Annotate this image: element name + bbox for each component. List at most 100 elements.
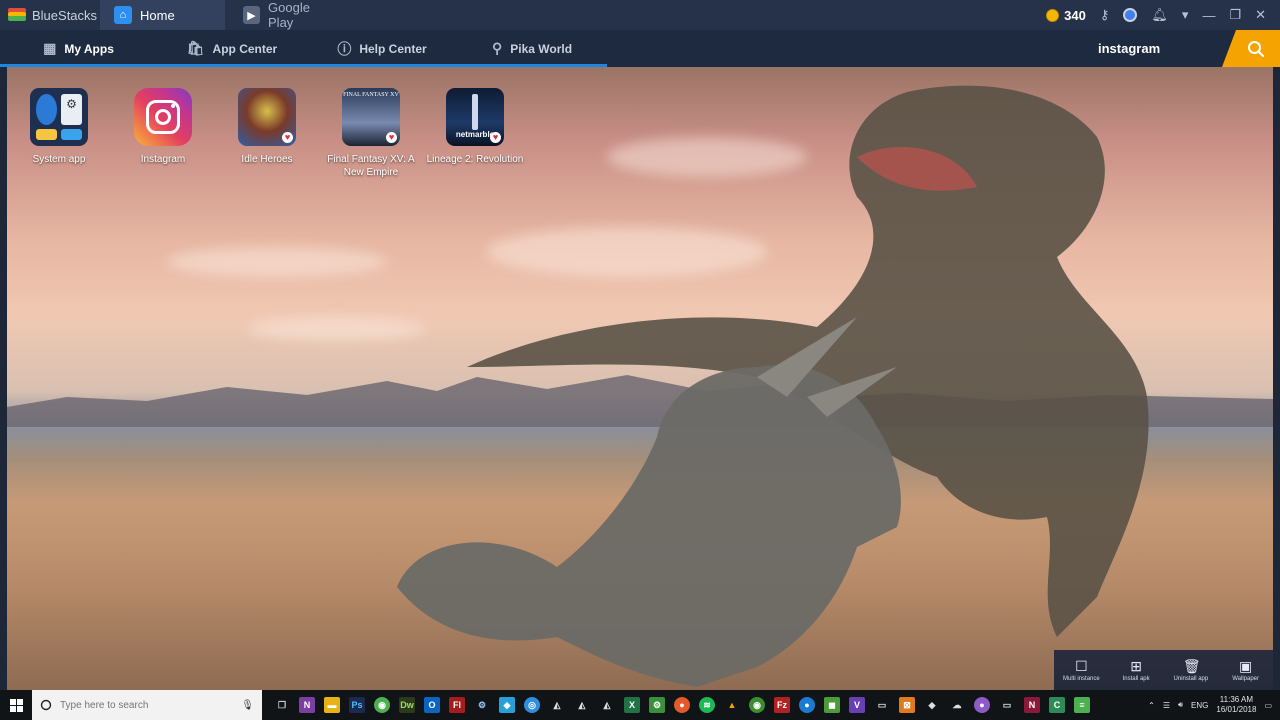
unity-3-icon[interactable]: ◭ — [599, 697, 615, 713]
app-lineage-2[interactable]: netmarble ♥ Lineage 2: Revolution — [425, 88, 525, 166]
onenote-icon[interactable]: N — [299, 697, 315, 713]
windows-taskbar: 🎙︎ ❐ N ▬ Ps ◉ Dw O Fl ⚙ ◆ ◎ ◭ ◭ ◭ X ⚙ ● … — [0, 690, 1280, 720]
app-red-icon[interactable]: N — [1024, 697, 1040, 713]
restore-icon[interactable]: ❐ — [1229, 7, 1241, 23]
app-blue-icon[interactable]: ● — [799, 697, 815, 713]
install-apk-button[interactable]: ⊞ Install apk — [1111, 658, 1161, 682]
bluestacks-taskbar-icon[interactable]: ≡ — [1074, 697, 1090, 713]
search-button[interactable] — [1222, 30, 1280, 67]
unity-icon[interactable]: ◭ — [549, 697, 565, 713]
vlc-icon[interactable]: ▲ — [724, 697, 740, 713]
app-gray-icon[interactable]: ◆ — [924, 697, 940, 713]
minimize-icon[interactable]: — — [1202, 8, 1215, 23]
volume-icon[interactable]: 🔊︎ — [1178, 700, 1183, 710]
file-explorer-icon[interactable]: ▬ — [324, 697, 340, 713]
title-bar: BlueStacks ⌂ Home ▶ Google Play 340 ⚷ 🔔︎… — [0, 0, 1280, 30]
nav-app-center[interactable]: 🛍︎ App Center — [157, 30, 307, 67]
idle-heroes-icon: ♥ — [238, 88, 296, 146]
notification-icon[interactable]: ▭ — [1264, 701, 1272, 710]
wallpaper-button[interactable]: ▣ Wallpaper — [1221, 658, 1271, 682]
store-icon[interactable]: ◆ — [499, 697, 515, 713]
flash-icon[interactable]: Fl — [449, 697, 465, 713]
app-label: Instagram — [140, 154, 186, 165]
taskbar-search-input[interactable] — [60, 699, 234, 711]
nav-my-apps-label: My Apps — [64, 41, 114, 56]
windows-logo-icon — [9, 698, 23, 712]
network-icon[interactable]: ☰ — [1163, 701, 1170, 710]
firefox-icon[interactable]: ● — [674, 697, 690, 713]
chevron-up-icon[interactable]: ⌃ — [1148, 701, 1155, 710]
uninstall-app-button[interactable]: 🗑︎ Uninstall app — [1166, 658, 1216, 682]
nav-help-center[interactable]: ⓘ Help Center — [307, 30, 457, 67]
multi-instance-button[interactable]: ☐ Multi instance — [1056, 658, 1106, 682]
triceratops-wallpaper — [397, 317, 901, 687]
bell-icon[interactable]: 🔔︎ — [1151, 7, 1168, 23]
coin-icon — [1046, 8, 1060, 22]
app-green-icon[interactable]: ◉ — [374, 697, 390, 713]
grid-icon: ▦ — [43, 40, 57, 56]
toolbox-panel: ☐ Multi instance ⊞ Install apk 🗑︎ Uninst… — [1054, 650, 1273, 690]
taskbar-apps: ❐ N ▬ Ps ◉ Dw O Fl ⚙ ◆ ◎ ◭ ◭ ◭ X ⚙ ● ≋ ▲… — [262, 697, 1148, 713]
heart-badge-icon: ♥ — [282, 132, 293, 143]
unity-2-icon[interactable]: ◭ — [574, 697, 590, 713]
heart-badge-icon: ♥ — [490, 132, 501, 143]
dreamweaver-icon[interactable]: Dw — [399, 697, 415, 713]
dreamweaver-2-icon[interactable]: ⚙ — [649, 697, 665, 713]
search-input[interactable] — [1092, 30, 1222, 67]
clock[interactable]: 11:36 AM 16/01/2018 — [1216, 695, 1256, 715]
excel-icon[interactable]: X — [624, 697, 640, 713]
task-view-icon[interactable]: ❐ — [274, 697, 290, 713]
filezilla-icon[interactable]: Fz — [774, 697, 790, 713]
chrome-icon[interactable]: ◎ — [524, 697, 540, 713]
bluestacks-brand: BlueStacks — [0, 0, 100, 30]
terminal-icon[interactable]: ▭ — [874, 697, 890, 713]
close-icon[interactable]: ✕ — [1255, 7, 1266, 23]
tool-label: Install apk — [1122, 676, 1150, 682]
app-label: Idle Heroes — [241, 154, 293, 165]
chrome-remote-icon[interactable]: ⚙ — [474, 697, 490, 713]
lineage-icon: netmarble ♥ — [446, 88, 504, 146]
app-laptop-icon[interactable]: ▭ — [999, 697, 1015, 713]
xampp-icon[interactable]: ⊠ — [899, 697, 915, 713]
points-counter[interactable]: 340 — [1046, 8, 1086, 23]
tab-home[interactable]: ⌂ Home — [100, 0, 225, 30]
uninstall-icon: 🗑︎ — [1182, 658, 1201, 674]
key-icon[interactable]: ⚷ — [1100, 7, 1110, 23]
nav-my-apps[interactable]: ▦ My Apps — [0, 30, 157, 67]
outlook-icon[interactable]: O — [424, 697, 440, 713]
tool-label: Multi instance — [1063, 676, 1100, 682]
app-green-3-icon[interactable]: C — [1049, 697, 1065, 713]
app-green-2-icon[interactable]: ◼ — [824, 697, 840, 713]
bag-icon: 🛍︎ — [186, 40, 205, 56]
tab-google-play[interactable]: ▶ Google Play — [229, 0, 349, 30]
start-button[interactable] — [0, 690, 32, 720]
app-instagram[interactable]: Instagram — [113, 88, 213, 166]
apps-grid: ⚙ System app Instagram ♥ Idle Heroes FIN… — [7, 67, 567, 207]
brand-name: BlueStacks — [32, 7, 98, 23]
language-indicator[interactable]: ENG — [1191, 701, 1208, 710]
android-studio-icon[interactable]: ◉ — [749, 697, 765, 713]
app-purple-icon[interactable]: ● — [974, 697, 990, 713]
app-system-app[interactable]: ⚙ System app — [9, 88, 109, 166]
ffxv-logo-text: FINAL FANTASY XV — [343, 92, 399, 98]
tool-label: Wallpaper — [1232, 676, 1260, 682]
app-final-fantasy-xv[interactable]: FINAL FANTASY XV ♥ Final Fantasy XV: A N… — [321, 88, 421, 179]
microphone-icon[interactable]: 🎙︎ — [241, 700, 254, 711]
photoshop-icon[interactable]: Ps — [349, 697, 365, 713]
install-apk-icon: ⊞ — [1130, 658, 1142, 674]
app-idle-heroes[interactable]: ♥ Idle Heroes — [217, 88, 317, 166]
circle-search-icon — [40, 699, 52, 711]
desktop-area: ⚙ System app Instagram ♥ Idle Heroes FIN… — [7, 67, 1273, 690]
menu-icon[interactable]: ▾ — [1182, 7, 1189, 23]
search-icon — [1248, 40, 1265, 57]
account-icon[interactable] — [1123, 8, 1138, 22]
spotify-icon[interactable]: ≋ — [699, 697, 715, 713]
bluestacks-logo-icon — [8, 8, 26, 22]
final-fantasy-icon: FINAL FANTASY XV ♥ — [342, 88, 400, 146]
app-cloud-icon[interactable]: ☁ — [949, 697, 965, 713]
points-value: 340 — [1064, 7, 1086, 23]
tool-label: Uninstall app — [1173, 676, 1209, 682]
visual-studio-icon[interactable]: V — [849, 697, 865, 713]
system-tray: ⌃ ☰ 🔊︎ ENG 11:36 AM 16/01/2018 ▭ — [1148, 695, 1280, 715]
nav-pika-world[interactable]: ⚲ Pika World — [457, 30, 607, 67]
